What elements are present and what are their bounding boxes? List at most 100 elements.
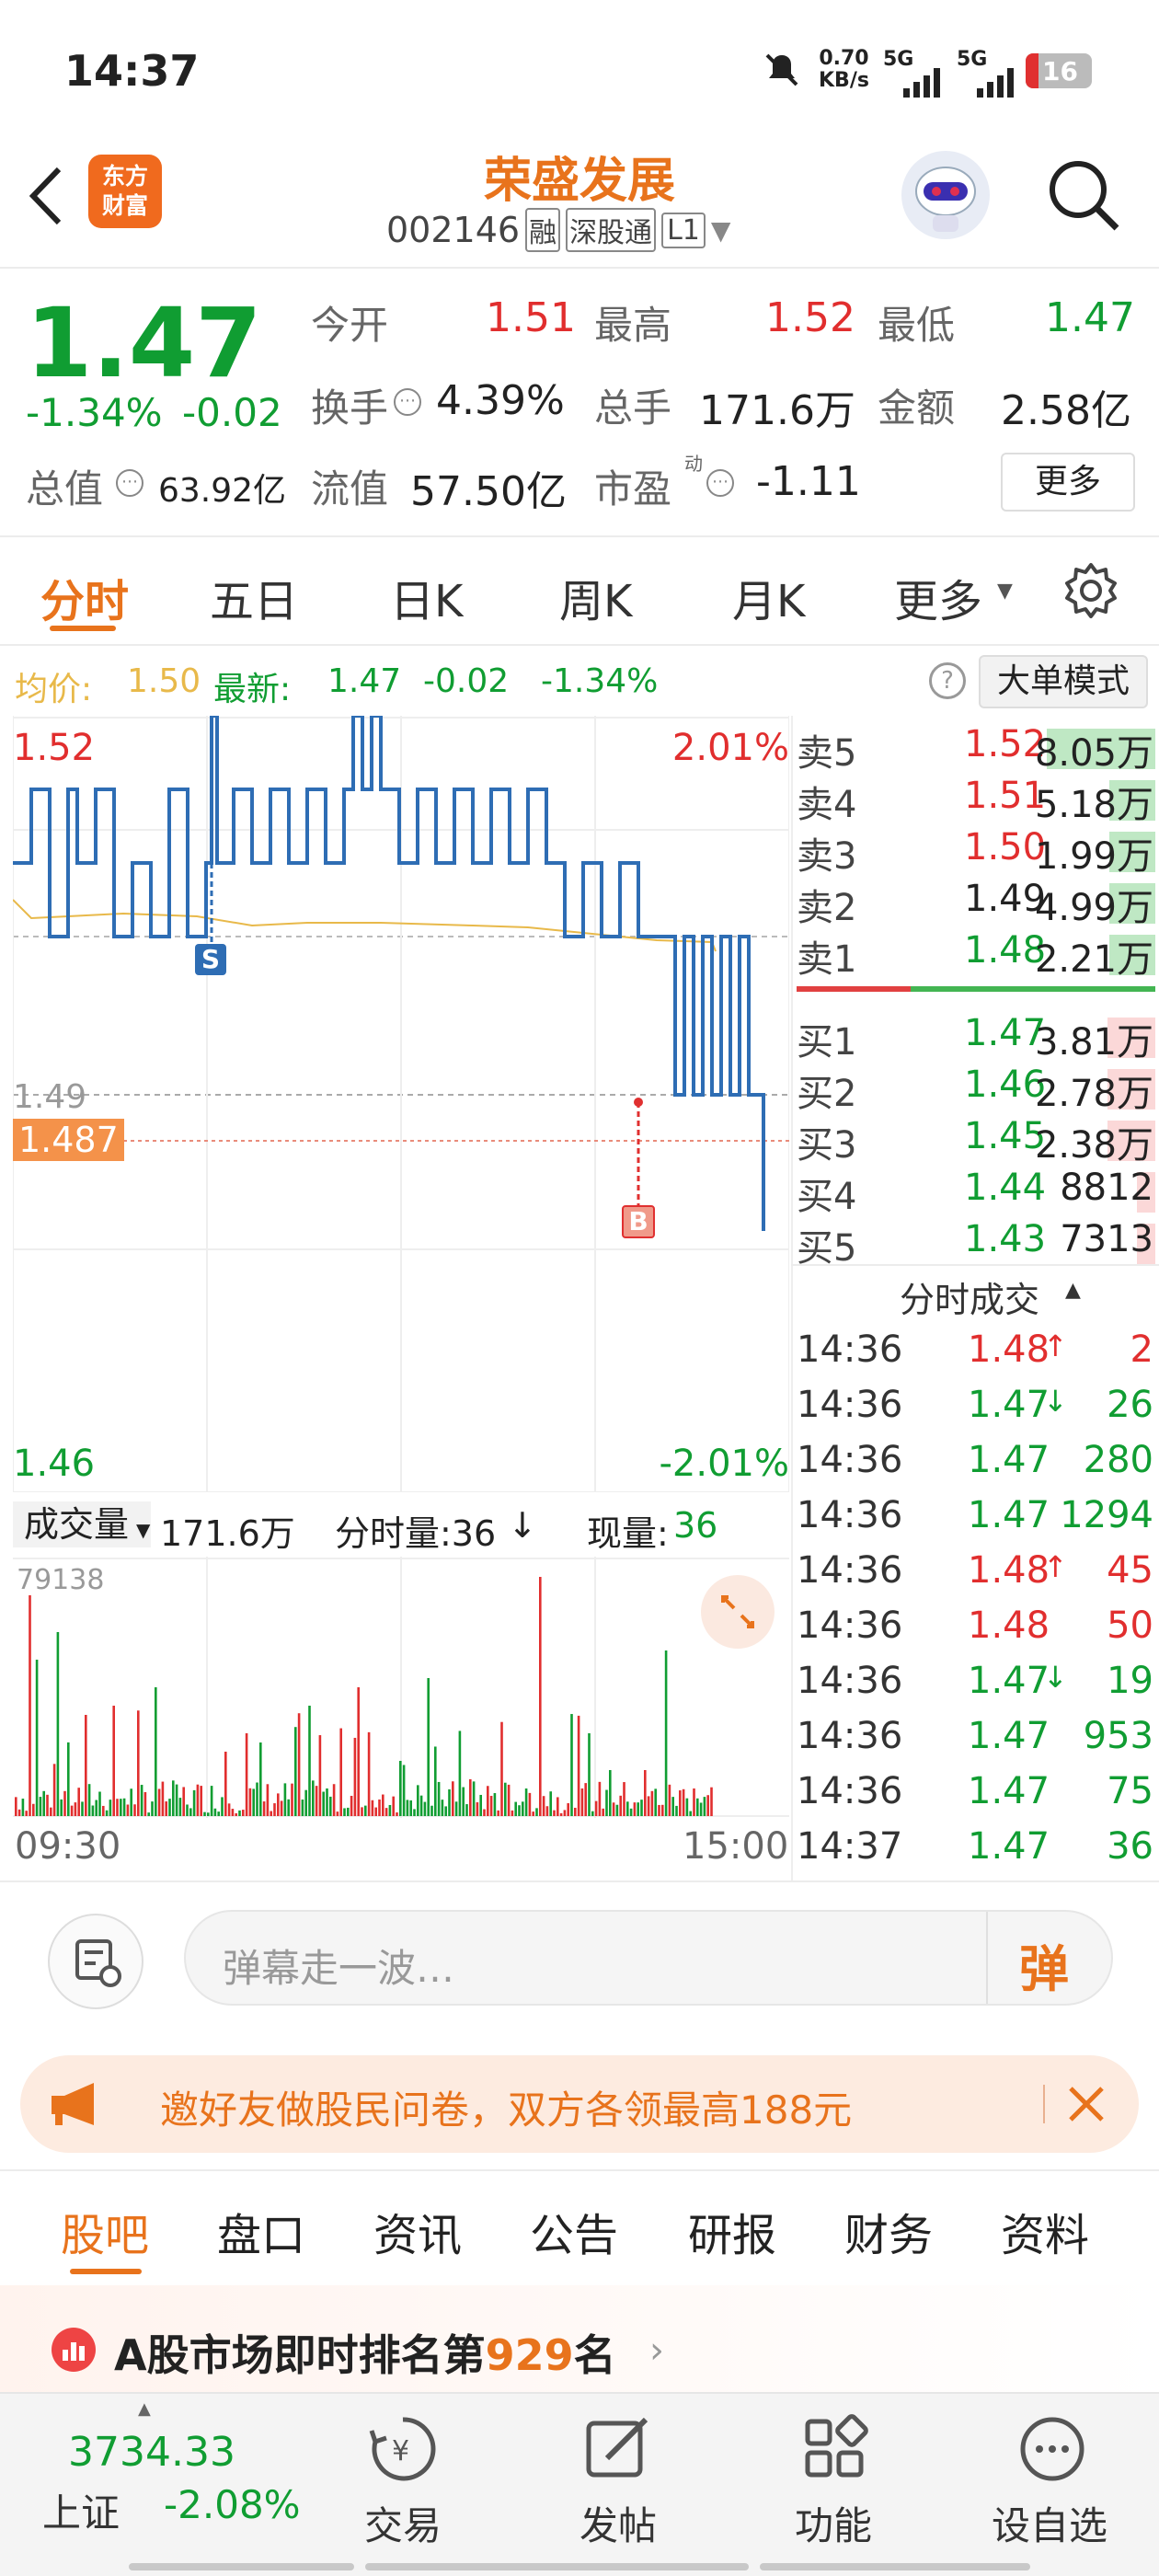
bid-label: 买3 (797, 1124, 857, 1167)
volume-bar (210, 1786, 213, 1816)
volume-bar (291, 1783, 293, 1816)
intraday-chart[interactable]: 1.52 2.01% 1.49 1.487 1.46 -2.01% S B (12, 714, 790, 1493)
danmu-send-button[interactable]: 弹 (1019, 1928, 1069, 2001)
ask-price[interactable]: 1.48 (964, 929, 1046, 972)
danmu-input[interactable]: 弹幕走一波… 弹 (184, 1910, 1113, 2006)
tab-five-day[interactable]: 五日 (210, 565, 298, 629)
ask-label: 卖3 (797, 835, 857, 878)
help-icon[interactable]: ? (929, 662, 966, 699)
volume-chart-svg[interactable] (13, 1557, 789, 1818)
info-icon[interactable]: ⋯ (706, 469, 734, 497)
volume-bar (626, 1801, 629, 1816)
high-value: 1.52 (765, 294, 855, 341)
tab-pankou[interactable]: 盘口 (217, 2199, 305, 2263)
volume-bar (186, 1804, 189, 1816)
ask-price[interactable]: 1.51 (964, 775, 1046, 817)
volume-indicator-select[interactable]: 成交量 ▼ (13, 1501, 151, 1547)
ask-price[interactable]: 1.49 (964, 878, 1046, 920)
close-icon[interactable] (1063, 2081, 1109, 2131)
tab-research[interactable]: 研报 (688, 2199, 776, 2263)
volume-bar (120, 1799, 122, 1816)
volume-bar (388, 1804, 392, 1816)
post-label[interactable]: 发帖 (580, 2495, 657, 2551)
info-icon[interactable]: ⋯ (116, 469, 143, 497)
more-button[interactable]: 更多 (1001, 453, 1135, 512)
avg-value: 1.50 (127, 662, 201, 700)
tab-news[interactable]: 资讯 (373, 2199, 462, 2263)
volume-bar (598, 1781, 602, 1816)
bid-price[interactable]: 1.46 (964, 1064, 1046, 1106)
trade-icon[interactable]: ¥ (368, 2414, 438, 2488)
bid-price[interactable]: 1.43 (964, 1218, 1046, 1260)
chevron-right-icon[interactable]: › (649, 2329, 664, 2372)
sell-marker[interactable]: S (195, 944, 226, 975)
buy-marker[interactable]: B (622, 1205, 655, 1238)
tab-guba[interactable]: 股吧 (61, 2199, 149, 2263)
volume-bar (570, 1714, 573, 1816)
trade-label[interactable]: 交易 (364, 2495, 442, 2551)
function-label[interactable]: 功能 (795, 2495, 872, 2551)
post-icon[interactable] (583, 2414, 653, 2488)
volume-bar (15, 1797, 17, 1816)
caret-up-icon[interactable]: ▲ (1065, 1279, 1081, 1302)
bid-price[interactable]: 1.47 (964, 1012, 1046, 1054)
intraday-chart-svg[interactable] (12, 714, 790, 1493)
volume-bar (465, 1804, 468, 1816)
open-label: 今开 (311, 303, 389, 348)
function-icon[interactable] (800, 2414, 870, 2488)
volume-bar (535, 1808, 538, 1816)
tab-profile[interactable]: 资料 (1001, 2199, 1089, 2263)
tab-more[interactable]: 更多 (894, 565, 982, 629)
volume-chart[interactable]: 79138 (13, 1557, 789, 1818)
volume-bar (567, 1803, 569, 1816)
expand-icon[interactable] (701, 1575, 775, 1649)
caret-down-icon[interactable]: ▼ (997, 580, 1013, 603)
robot-avatar-icon[interactable] (901, 151, 990, 239)
watchlist-icon[interactable] (1017, 2414, 1087, 2488)
volume-bar (262, 1801, 266, 1816)
tab-monthly-k[interactable]: 月K (732, 565, 805, 629)
volume-bar (304, 1789, 307, 1816)
megaphone-icon (48, 2079, 107, 2133)
trade-price: 1.47 (968, 1660, 1050, 1702)
trade-volume: 45 (1107, 1549, 1153, 1592)
volume-bar (549, 1791, 552, 1816)
volume-bar (297, 1713, 301, 1816)
volume-bar (528, 1792, 532, 1816)
index-value[interactable]: 3734.33 (68, 2429, 235, 2476)
tab-intraday[interactable]: 分时 (40, 565, 129, 629)
volume-bar (427, 1678, 430, 1816)
volume-bar (137, 1710, 140, 1816)
trade-time: 14:36 (797, 1494, 903, 1536)
tab-finance[interactable]: 财务 (844, 2199, 933, 2263)
tick-volume: 分时量:36 (335, 1513, 497, 1554)
tab-weekly-k[interactable]: 周K (559, 565, 632, 629)
danmu-settings-icon[interactable] (48, 1914, 143, 2009)
volume-bar (382, 1794, 384, 1816)
chevron-down-icon[interactable]: ▼ (711, 215, 731, 246)
tab-daily-k[interactable]: 日K (390, 565, 463, 629)
volume-bar (63, 1790, 66, 1816)
volume-bar (102, 1805, 105, 1816)
volume-bar (615, 1804, 619, 1816)
tab-indicator (70, 2269, 142, 2274)
bid-price[interactable]: 1.44 (964, 1167, 1046, 1209)
big-order-mode-button[interactable]: 大单模式 (979, 655, 1148, 708)
volume-bar (699, 1802, 703, 1816)
market-rank[interactable]: A股市场即时排名第929名 › (0, 2285, 1159, 2392)
banner-text: 邀好友做股民问卷，双方各领最高188元 (160, 2087, 853, 2133)
tab-announcement[interactable]: 公告 (530, 2199, 618, 2263)
bid-volume: 7313 (1060, 1218, 1153, 1260)
y-axis-mid: 1.49 (13, 1078, 87, 1116)
volume-bar (623, 1782, 625, 1816)
bid-price[interactable]: 1.45 (964, 1115, 1046, 1157)
watchlist-label[interactable]: 设自选 (992, 2495, 1107, 2551)
ask-price[interactable]: 1.52 (964, 723, 1046, 765)
promo-banner[interactable]: 邀好友做股民问卷，双方各领最高188元 (20, 2055, 1139, 2153)
info-icon[interactable]: ⋯ (394, 388, 421, 416)
volume-bar (112, 1706, 115, 1816)
trades-title[interactable]: 分时成交 (900, 1271, 1039, 1322)
ask-price[interactable]: 1.50 (964, 826, 1046, 868)
search-icon[interactable] (1045, 156, 1122, 237)
gear-icon[interactable] (1061, 561, 1120, 631)
